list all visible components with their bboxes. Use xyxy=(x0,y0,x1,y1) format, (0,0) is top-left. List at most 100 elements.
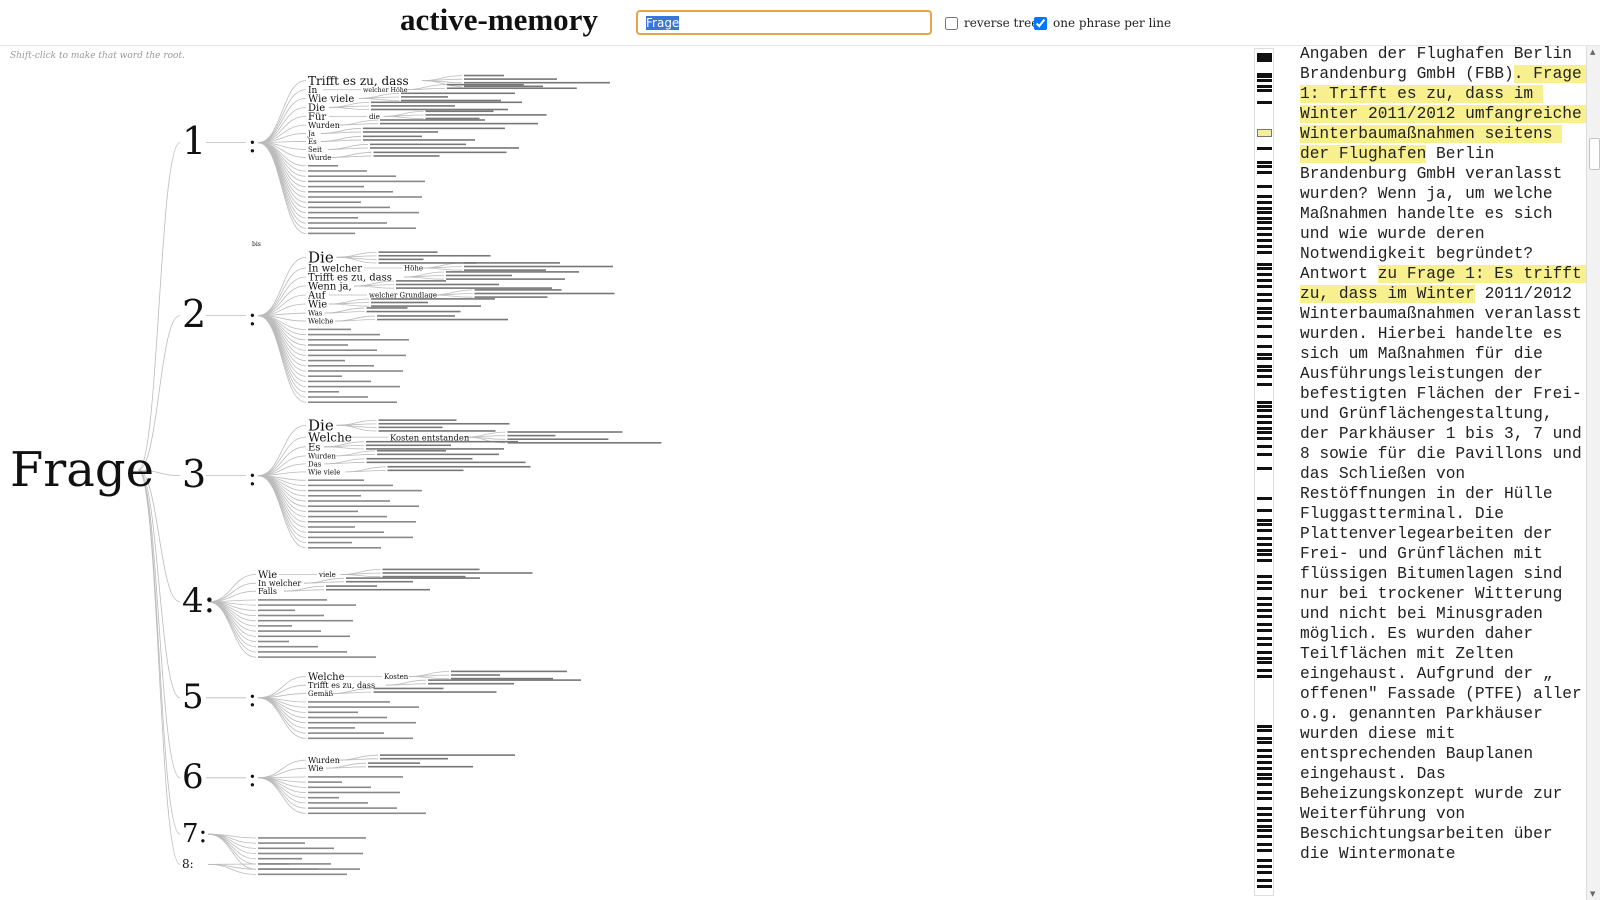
minimap-mark xyxy=(1257,615,1272,618)
minimap-mark xyxy=(1257,651,1272,654)
minimap-mark xyxy=(1257,523,1272,526)
tree-node-5[interactable]: 5 xyxy=(182,677,204,717)
tree-leaf-phrase xyxy=(428,679,581,681)
minimap-current-view[interactable] xyxy=(1257,129,1272,137)
tree-leaf-phrase xyxy=(308,170,367,172)
tree-leaf-phrase xyxy=(371,101,522,104)
tree-link xyxy=(345,470,386,473)
tree-sep-6[interactable]: : xyxy=(248,763,257,793)
tree-node-2[interactable]: 2 xyxy=(182,292,206,336)
tree-link xyxy=(137,142,181,471)
tree-child-word[interactable]: Das xyxy=(308,460,322,468)
tree-sep-3[interactable]: : xyxy=(248,462,257,492)
tree-child-word[interactable]: Wie xyxy=(308,764,324,773)
tree-node-8[interactable]: 8: xyxy=(182,857,194,871)
scroll-up-icon[interactable]: ▲ xyxy=(1590,48,1595,56)
minimap-mark xyxy=(1257,273,1272,276)
tree-child-word[interactable]: Wurden xyxy=(308,452,336,460)
tree-node-7[interactable]: 7: xyxy=(182,819,207,849)
tree-leaf-phrase xyxy=(308,727,355,729)
minimap-mark xyxy=(1257,311,1272,314)
tree-extra-word[interactable]: bis xyxy=(252,241,261,248)
minimap-mark xyxy=(1257,211,1272,214)
tree-node-1[interactable]: 1 xyxy=(182,119,206,163)
tree-leaf-phrase xyxy=(308,375,342,377)
search-input[interactable] xyxy=(636,10,932,35)
tree-child-word[interactable]: Seit xyxy=(308,146,322,154)
tree-child-word[interactable]: Wurden xyxy=(308,121,340,130)
tree-leaf-phrase xyxy=(308,776,403,778)
tree-leaf-phrase xyxy=(366,440,518,443)
tree-leaf-phrase xyxy=(507,438,609,440)
tree-sub-word[interactable]: Höhe xyxy=(404,265,423,273)
tree-link xyxy=(207,601,257,642)
minimap-mark xyxy=(1257,239,1272,242)
scroll-thumb[interactable] xyxy=(1589,138,1600,170)
tree-node-3[interactable]: 3 xyxy=(182,452,206,496)
minimap-mark xyxy=(1257,201,1272,204)
minimap-mark xyxy=(1257,587,1272,590)
tree-root-word[interactable]: Frage xyxy=(10,442,154,498)
minimap-mark xyxy=(1257,597,1272,600)
tree-leaf-phrase xyxy=(308,201,361,203)
tree-sub-word[interactable]: die xyxy=(369,113,380,121)
tree-leaf-phrase xyxy=(308,211,419,214)
tree-child-word[interactable]: Trifft es zu, dass xyxy=(308,681,375,690)
tree-leaf-phrase xyxy=(308,354,406,357)
tree-child-word[interactable]: Ja xyxy=(307,130,315,138)
reader-scrollbar[interactable]: ▲ ▼ xyxy=(1586,46,1600,900)
tree-node-6[interactable]: 6 xyxy=(182,757,204,797)
tree-leaf-phrase xyxy=(464,74,504,77)
minimap-mark xyxy=(1257,325,1272,328)
reverse-tree-checkbox[interactable] xyxy=(945,16,958,30)
tree-sep-2[interactable]: : xyxy=(248,302,257,332)
tree-link xyxy=(137,469,181,865)
tree-link xyxy=(257,455,307,476)
tree-link xyxy=(257,697,307,718)
tree-leaf-phrase xyxy=(380,757,448,760)
tree-leaf-phrase xyxy=(308,349,377,351)
tree-leaf-phrase xyxy=(378,426,443,429)
scroll-down-icon[interactable]: ▼ xyxy=(1590,890,1595,898)
minimap-mark xyxy=(1257,251,1272,254)
minimap-mark xyxy=(1257,185,1272,188)
tree-leaf-phrase xyxy=(370,143,466,146)
tree-node-4[interactable]: 4: xyxy=(182,581,215,621)
tree-child-word[interactable]: Es xyxy=(308,138,317,146)
tree-link xyxy=(337,758,379,761)
tree-child-word[interactable]: Wurde xyxy=(308,154,331,162)
document-minimap[interactable] xyxy=(1254,48,1274,896)
tree-sub-word[interactable]: Kosten xyxy=(384,673,409,681)
minimap-mark xyxy=(1257,543,1272,546)
tree-leaf-phrase xyxy=(308,222,387,224)
minimap-mark xyxy=(1257,609,1272,612)
tree-child-word[interactable]: Falls xyxy=(258,587,277,596)
tree-sep-1[interactable]: : xyxy=(248,129,257,159)
tree-link xyxy=(257,777,307,814)
tree-link xyxy=(257,315,307,388)
tree-child-word[interactable]: Welche xyxy=(308,318,334,326)
one-phrase-option[interactable]: one phrase per line xyxy=(1034,16,1171,30)
minimap-mark xyxy=(1257,575,1272,578)
tree-leaf-phrase xyxy=(382,572,533,574)
reverse-tree-option[interactable]: reverse tree xyxy=(945,16,1038,30)
tree-link xyxy=(320,139,362,142)
one-phrase-checkbox[interactable] xyxy=(1034,16,1047,30)
tree-leaf-phrase xyxy=(308,781,342,783)
tree-link xyxy=(303,581,345,584)
tree-child-word[interactable]: Trifft es zu, dass xyxy=(308,74,409,88)
minimap-mark xyxy=(1257,729,1272,732)
tree-sub-word[interactable]: Kosten entstanden xyxy=(390,432,470,442)
tree-link xyxy=(257,777,307,804)
tree-leaf-phrase xyxy=(474,296,548,298)
tree-child-word[interactable]: Wie viele xyxy=(308,468,340,476)
tree-leaf-phrase xyxy=(378,254,491,257)
tree-leaf-phrase xyxy=(464,85,543,88)
tree-sub-word[interactable]: viele xyxy=(318,571,336,579)
tree-leaf-phrase xyxy=(308,333,380,336)
tree-child-word[interactable]: Gemäß xyxy=(308,690,334,698)
tree-child-word[interactable]: Was xyxy=(308,310,323,318)
tree-link xyxy=(334,319,376,322)
tree-sep-5[interactable]: : xyxy=(248,683,257,713)
tree-leaf-phrase xyxy=(308,732,384,734)
